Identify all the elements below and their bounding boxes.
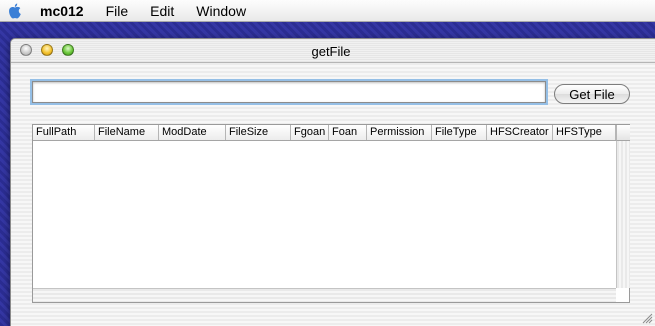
menu-file[interactable]: File bbox=[106, 3, 129, 19]
column-header-fgoan[interactable]: Fgoan bbox=[291, 125, 329, 140]
resize-grip-icon[interactable] bbox=[642, 313, 653, 324]
menu-window[interactable]: Window bbox=[196, 3, 246, 19]
horizontal-scrollbar[interactable] bbox=[33, 288, 616, 302]
app-menu[interactable]: mc012 bbox=[40, 3, 84, 19]
table-header-corner bbox=[616, 125, 630, 141]
window-titlebar[interactable]: getFile bbox=[11, 39, 655, 63]
table-header: FullPath FileName ModDate FileSize Fgoan… bbox=[33, 125, 616, 141]
apple-icon[interactable] bbox=[8, 3, 22, 19]
column-header-filetype[interactable]: FileType bbox=[432, 125, 487, 140]
column-header-moddate[interactable]: ModDate bbox=[159, 125, 226, 140]
vertical-scrollbar[interactable] bbox=[616, 141, 630, 288]
column-header-hfstype[interactable]: HFSType bbox=[553, 125, 616, 140]
get-file-button[interactable]: Get File bbox=[554, 84, 630, 104]
column-header-hfscreator[interactable]: HFSCreator bbox=[487, 125, 553, 140]
column-header-foan[interactable]: Foan bbox=[329, 125, 367, 140]
menu-edit[interactable]: Edit bbox=[150, 3, 174, 19]
menu-bar: mc012 File Edit Window bbox=[0, 0, 655, 22]
column-header-filename[interactable]: FileName bbox=[95, 125, 159, 140]
file-info-table[interactable]: FullPath FileName ModDate FileSize Fgoan… bbox=[32, 124, 630, 303]
window-title: getFile bbox=[311, 44, 351, 59]
column-header-filesize[interactable]: FileSize bbox=[226, 125, 291, 140]
path-input[interactable] bbox=[32, 81, 546, 103]
column-header-permission[interactable]: Permission bbox=[367, 125, 432, 140]
getfile-window: getFile Get File FullPath FileName ModDa… bbox=[10, 38, 655, 326]
column-header-fullpath[interactable]: FullPath bbox=[33, 125, 95, 140]
